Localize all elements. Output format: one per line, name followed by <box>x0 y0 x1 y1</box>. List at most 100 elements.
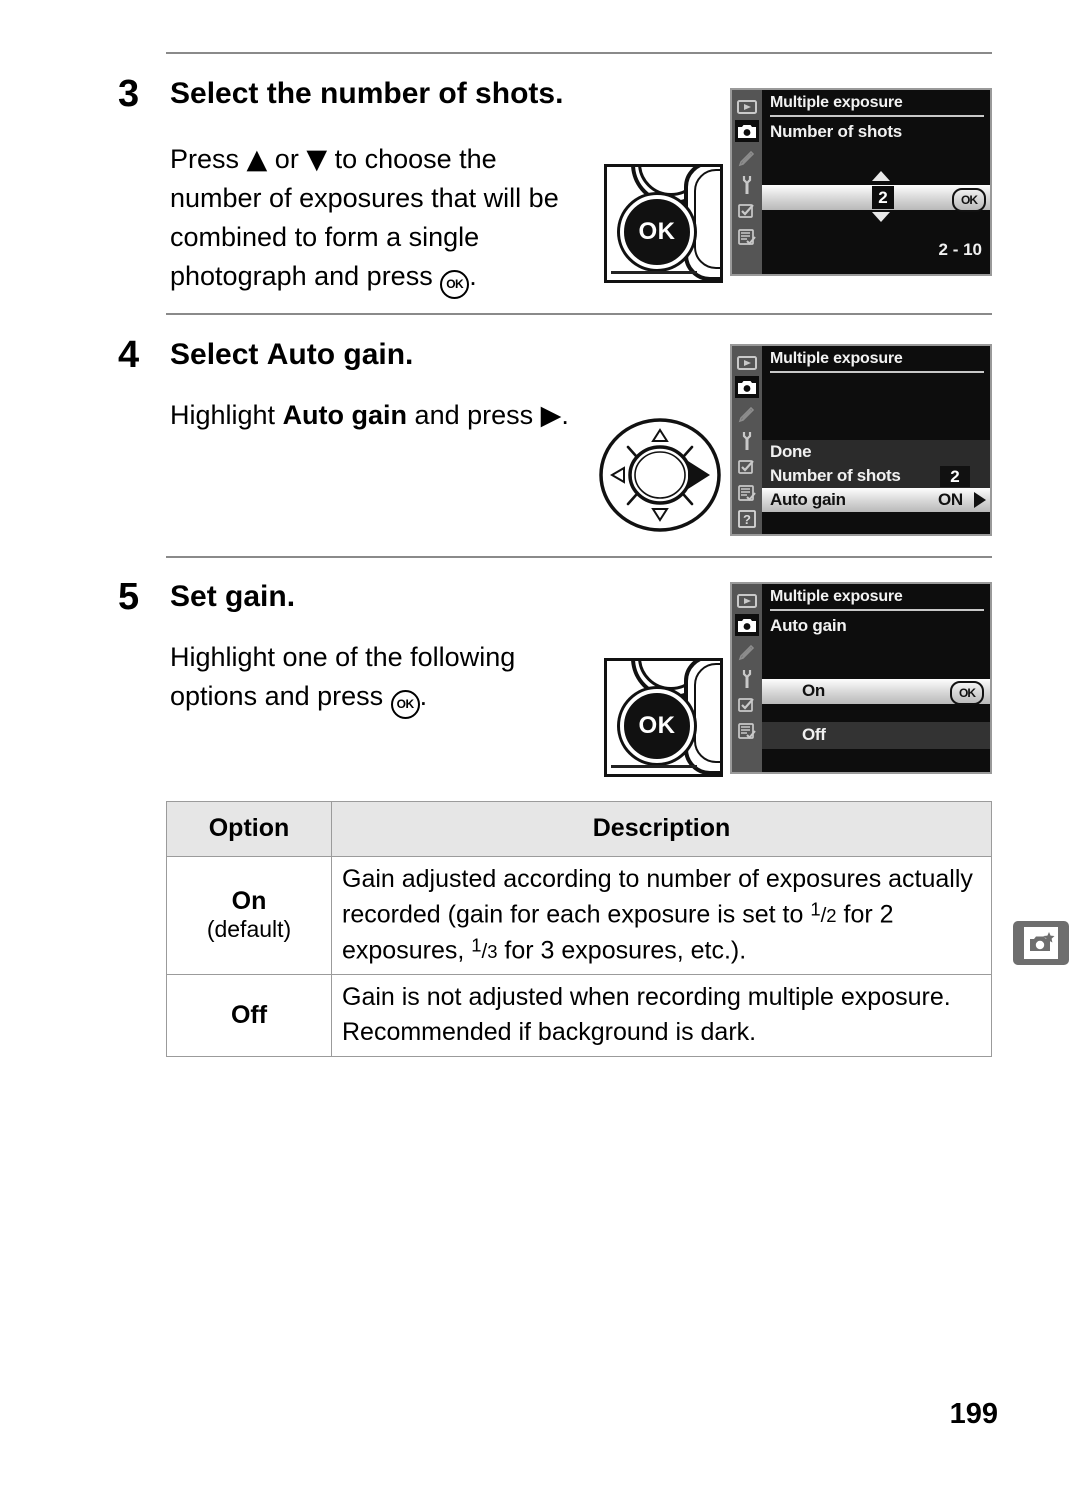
fraction-denominator: 3 <box>487 941 498 963</box>
menu-row-value: 2 <box>940 466 970 487</box>
ok-badge-icon: OK <box>950 681 984 705</box>
menu-row-label: Number of shots <box>770 466 901 485</box>
lcd-content: Multiple exposure Done Number of shots 2… <box>762 346 990 534</box>
ok-button-icon: OK <box>390 690 420 720</box>
chevron-right-icon <box>974 492 986 508</box>
step-3-text-end: . <box>469 261 477 292</box>
option-label: Off <box>802 725 826 744</box>
list-check-icon[interactable] <box>735 226 759 248</box>
step-5-title: Set gain. <box>170 580 296 613</box>
pencil-icon[interactable] <box>735 642 759 664</box>
section-divider-step5 <box>166 556 992 558</box>
fraction-denominator: 2 <box>826 905 837 927</box>
ok-button-artwork-step5: OK <box>604 658 723 777</box>
wrench-icon[interactable] <box>735 430 759 452</box>
lcd-title: Multiple exposure <box>770 588 984 611</box>
wrench-icon[interactable] <box>735 668 759 690</box>
option-row-off[interactable]: Off <box>762 722 990 749</box>
step-4-text-end: . <box>561 400 569 430</box>
pencil-check-icon[interactable] <box>735 456 759 478</box>
playback-icon[interactable] <box>735 96 759 118</box>
camera-body-edge-line <box>611 271 697 274</box>
ok-button-icon: OK <box>440 270 470 300</box>
step-4-title: Select Auto gain. <box>170 339 413 371</box>
step-3-number: 3 <box>118 73 139 115</box>
step-3-text-before: Press <box>170 144 247 174</box>
gain-options-table: Option Description On (default) Gain adj… <box>166 801 992 1057</box>
lcd-subtitle: Auto gain <box>770 616 847 635</box>
pencil-check-icon[interactable] <box>735 200 759 222</box>
increment-arrow-icon[interactable] <box>872 171 890 181</box>
decrement-arrow-icon[interactable] <box>872 212 890 222</box>
step-4-number: 4 <box>118 334 139 376</box>
menu-row-number-of-shots[interactable]: Number of shots 2 <box>762 464 990 488</box>
lcd-sidebar: ? <box>732 346 762 534</box>
arrow-up-icon: ▲ <box>246 144 268 175</box>
section-divider-step4 <box>166 313 992 315</box>
step-4-text-before: Highlight <box>170 400 283 430</box>
option-name: On <box>231 887 267 916</box>
menu-row-auto-gain[interactable]: Auto gain ON <box>762 488 990 512</box>
camera-star-icon <box>1024 927 1058 959</box>
step-4-text-bold: Auto gain <box>282 400 408 430</box>
step-3-body: Press ▲ or ▼ to choose the number of exp… <box>170 140 590 300</box>
step-5-text-before: Highlight one of the following options a… <box>170 642 516 712</box>
table-cell-option: Off <box>166 973 332 1057</box>
lcd-screen-auto-gain-options: Multiple exposure Auto gain On OK Off <box>730 582 992 774</box>
arrow-down-icon: ▼ <box>306 144 328 175</box>
page-number: 199 <box>949 1398 998 1430</box>
camera-body-curve-inner <box>694 169 720 269</box>
step-5-number: 5 <box>118 576 139 618</box>
option-name: Off <box>230 1000 268 1029</box>
fraction-one-third: 1/3 <box>471 934 498 964</box>
table-header-description: Description <box>331 801 992 857</box>
lcd-sidebar <box>732 90 762 274</box>
playback-icon[interactable] <box>735 352 759 374</box>
lcd-screen-multiple-exposure-menu: ? Multiple exposure Done Number of shots… <box>730 344 992 536</box>
lcd-content: Multiple exposure Number of shots 2 OK 2… <box>762 90 990 274</box>
option-row-on[interactable]: On OK <box>762 679 990 705</box>
lcd-subtitle: Number of shots <box>770 122 903 141</box>
menu-row-done[interactable]: Done <box>762 440 990 464</box>
camera-icon[interactable] <box>735 120 759 142</box>
option-default-note: (default) <box>206 916 292 943</box>
table-row: On (default) Gain adjusted according to … <box>166 855 992 975</box>
arrow-right-icon: ▶ <box>540 400 562 431</box>
value-range-label: 2 - 10 <box>938 240 982 259</box>
table-cell-option: On (default) <box>166 855 332 975</box>
list-check-icon[interactable] <box>735 720 759 742</box>
step-4-title-plain: Select <box>170 338 267 371</box>
table-header-row: Option Description <box>166 801 992 857</box>
multi-selector-artwork <box>597 416 723 534</box>
lcd-screen-number-of-shots: Multiple exposure Number of shots 2 OK 2… <box>730 88 992 276</box>
table-header-option: Option <box>166 801 332 857</box>
ok-button-artwork-step3: OK <box>604 164 723 283</box>
section-divider-top <box>166 52 992 54</box>
ok-button-circle: OK <box>620 689 694 763</box>
wrench-icon[interactable] <box>735 174 759 196</box>
menu-row-value: ON <box>938 490 963 509</box>
desc-part-3: for 3 exposures, etc.). <box>497 936 747 965</box>
section-side-tab[interactable] <box>1013 921 1069 965</box>
pencil-check-icon[interactable] <box>735 694 759 716</box>
menu-row-label: Done <box>770 442 812 461</box>
camera-icon[interactable] <box>735 614 759 636</box>
camera-body-curve-inner <box>694 663 720 763</box>
pencil-icon[interactable] <box>735 148 759 170</box>
pencil-icon[interactable] <box>735 404 759 426</box>
step-4-body: Highlight Auto gain and press ▶. <box>170 396 590 435</box>
table-row: Off Gain is not adjusted when recording … <box>166 973 992 1057</box>
playback-icon[interactable] <box>735 590 759 612</box>
help-icon[interactable]: ? <box>735 508 759 530</box>
table-cell-description: Gain is not adjusted when recording mult… <box>331 973 992 1057</box>
camera-icon[interactable] <box>735 376 759 398</box>
list-check-icon[interactable] <box>735 482 759 504</box>
table-cell-description: Gain adjusted according to number of exp… <box>331 855 992 975</box>
step-3-title: Select the number of shots. <box>170 77 564 110</box>
number-of-shots-value[interactable]: 2 <box>872 186 894 209</box>
ok-button-circle: OK <box>620 195 694 269</box>
lcd-sidebar <box>732 584 762 772</box>
menu-row-label: Auto gain <box>770 490 846 509</box>
step-4-title-bold: Auto gain <box>266 338 406 371</box>
fraction-numerator: 1 <box>471 934 482 956</box>
